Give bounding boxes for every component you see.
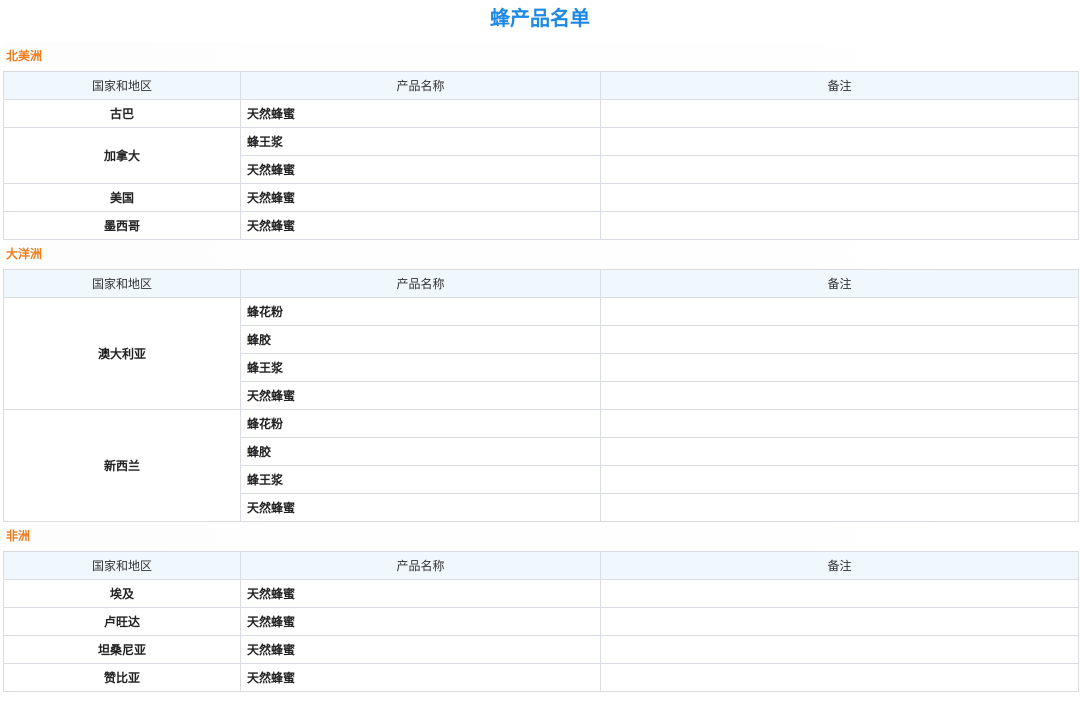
- table-row: 坦桑尼亚 天然蜂蜜: [3, 635, 1079, 664]
- product-cell: 蜂花粉: [240, 409, 601, 438]
- header-product: 产品名称: [240, 71, 601, 100]
- country-cell: 新西兰: [3, 409, 241, 522]
- product-cell: 天然蜂蜜: [240, 211, 601, 240]
- remark-cell: [600, 437, 1079, 466]
- remark-cell: [600, 409, 1079, 438]
- product-cell: 天然蜂蜜: [240, 183, 601, 212]
- header-product: 产品名称: [240, 269, 601, 298]
- table-row: 埃及 天然蜂蜜: [3, 579, 1079, 608]
- product-cell: 天然蜂蜜: [240, 663, 601, 692]
- remark-cell: [600, 127, 1079, 156]
- page-title: 蜂产品名单: [490, 6, 590, 30]
- product-cell: 蜂王浆: [240, 353, 601, 382]
- table-row: 新西兰 蜂花粉: [3, 409, 1079, 522]
- product-cell: 蜂胶: [240, 325, 601, 354]
- remark-cell: [600, 607, 1079, 636]
- country-cell: 卢旺达: [3, 607, 241, 636]
- country-cell: 墨西哥: [3, 211, 241, 240]
- header-remark: 备注: [600, 269, 1079, 298]
- product-cell: 天然蜂蜜: [240, 635, 601, 664]
- header-remark: 备注: [600, 71, 1079, 100]
- table-row: 美国 天然蜂蜜: [3, 183, 1079, 212]
- product-cell: 天然蜂蜜: [240, 99, 601, 128]
- region-list: 北美洲 国家和地区 产品名称 备注 古巴 天然蜂蜜 加拿大 蜂王浆 天然蜂蜜 美国 天然蜂蜜 墨西哥天…: [0, 42, 1080, 692]
- remark-cell: [600, 183, 1079, 212]
- table-header-row: 国家和地区 产品名称 备注: [3, 71, 1079, 100]
- product-table: 国家和地区 产品名称 备注 埃及 天然蜂蜜 卢旺达 天然蜂蜜 坦桑尼亚 天然蜂蜜 赞比亚 天然蜂蜜: [3, 551, 1079, 692]
- remark-cell: [600, 579, 1079, 608]
- country-cell: 美国: [3, 183, 241, 212]
- region-heading: 非洲: [3, 522, 1079, 551]
- table-row: 古巴 天然蜂蜜: [3, 99, 1079, 128]
- table-row: 墨西哥 天然蜂蜜: [3, 211, 1079, 240]
- remark-cell: [600, 635, 1079, 664]
- product-cell: 天然蜂蜜: [240, 381, 601, 410]
- country-cell: 古巴: [3, 99, 241, 128]
- product-cell: 蜂王浆: [240, 465, 601, 494]
- table-header-row: 国家和地区 产品名称 备注: [3, 551, 1079, 580]
- region-heading: 大洋洲: [3, 240, 1079, 269]
- product-cell: 蜂胶: [240, 437, 601, 466]
- table-row: 加拿大 蜂王浆: [3, 127, 1079, 184]
- header-remark: 备注: [600, 551, 1079, 580]
- product-cell: 天然蜂蜜: [240, 579, 601, 608]
- table-header-row: 国家和地区 产品名称 备注: [3, 269, 1079, 298]
- remark-cell: [600, 297, 1079, 326]
- product-cell: 天然蜂蜜: [240, 493, 601, 522]
- region-heading: 北美洲: [3, 42, 1079, 71]
- region-section: 非洲 国家和地区 产品名称 备注 埃及 天然蜂蜜 卢旺达 天然蜂蜜 坦桑尼亚 天然蜂蜜 赞比亚 天然蜂…: [3, 522, 1079, 692]
- table-row: 澳大利亚 蜂花粉: [3, 297, 1079, 410]
- remark-cell: [600, 155, 1079, 184]
- product-cell: 天然蜂蜜: [240, 155, 601, 184]
- product-table: 国家和地区 产品名称 备注 澳大利亚 蜂花粉 蜂胶 蜂王浆 天然蜂蜜 新西兰 蜂花粉 蜂胶 蜂王浆 天然…: [3, 269, 1079, 522]
- country-cell: 加拿大: [3, 127, 241, 184]
- remark-cell: [600, 493, 1079, 522]
- remark-cell: [600, 211, 1079, 240]
- region-section: 大洋洲 国家和地区 产品名称 备注 澳大利亚 蜂花粉 蜂胶 蜂王浆 天然蜂蜜 新西兰 蜂花粉 蜂胶 蜂王…: [3, 240, 1079, 522]
- country-cell: 澳大利亚: [3, 297, 241, 410]
- header-country: 国家和地区: [3, 269, 241, 298]
- country-cell: 埃及: [3, 579, 241, 608]
- header-country: 国家和地区: [3, 551, 241, 580]
- remark-cell: [600, 99, 1079, 128]
- country-cell: 坦桑尼亚: [3, 635, 241, 664]
- remark-cell: [600, 663, 1079, 692]
- region-section: 北美洲 国家和地区 产品名称 备注 古巴 天然蜂蜜 加拿大 蜂王浆 天然蜂蜜 美国 天然蜂蜜 墨西哥天…: [3, 42, 1079, 240]
- remark-cell: [600, 325, 1079, 354]
- remark-cell: [600, 381, 1079, 410]
- table-row: 卢旺达 天然蜂蜜: [3, 607, 1079, 636]
- table-row: 赞比亚 天然蜂蜜: [3, 663, 1079, 692]
- product-cell: 蜂花粉: [240, 297, 601, 326]
- remark-cell: [600, 465, 1079, 494]
- product-cell: 蜂王浆: [240, 127, 601, 156]
- product-table: 国家和地区 产品名称 备注 古巴 天然蜂蜜 加拿大 蜂王浆 天然蜂蜜 美国 天然蜂蜜 墨西哥 天然蜂蜜: [3, 71, 1079, 240]
- country-cell: 赞比亚: [3, 663, 241, 692]
- remark-cell: [600, 353, 1079, 382]
- header-product: 产品名称: [240, 551, 601, 580]
- product-cell: 天然蜂蜜: [240, 607, 601, 636]
- header-country: 国家和地区: [3, 71, 241, 100]
